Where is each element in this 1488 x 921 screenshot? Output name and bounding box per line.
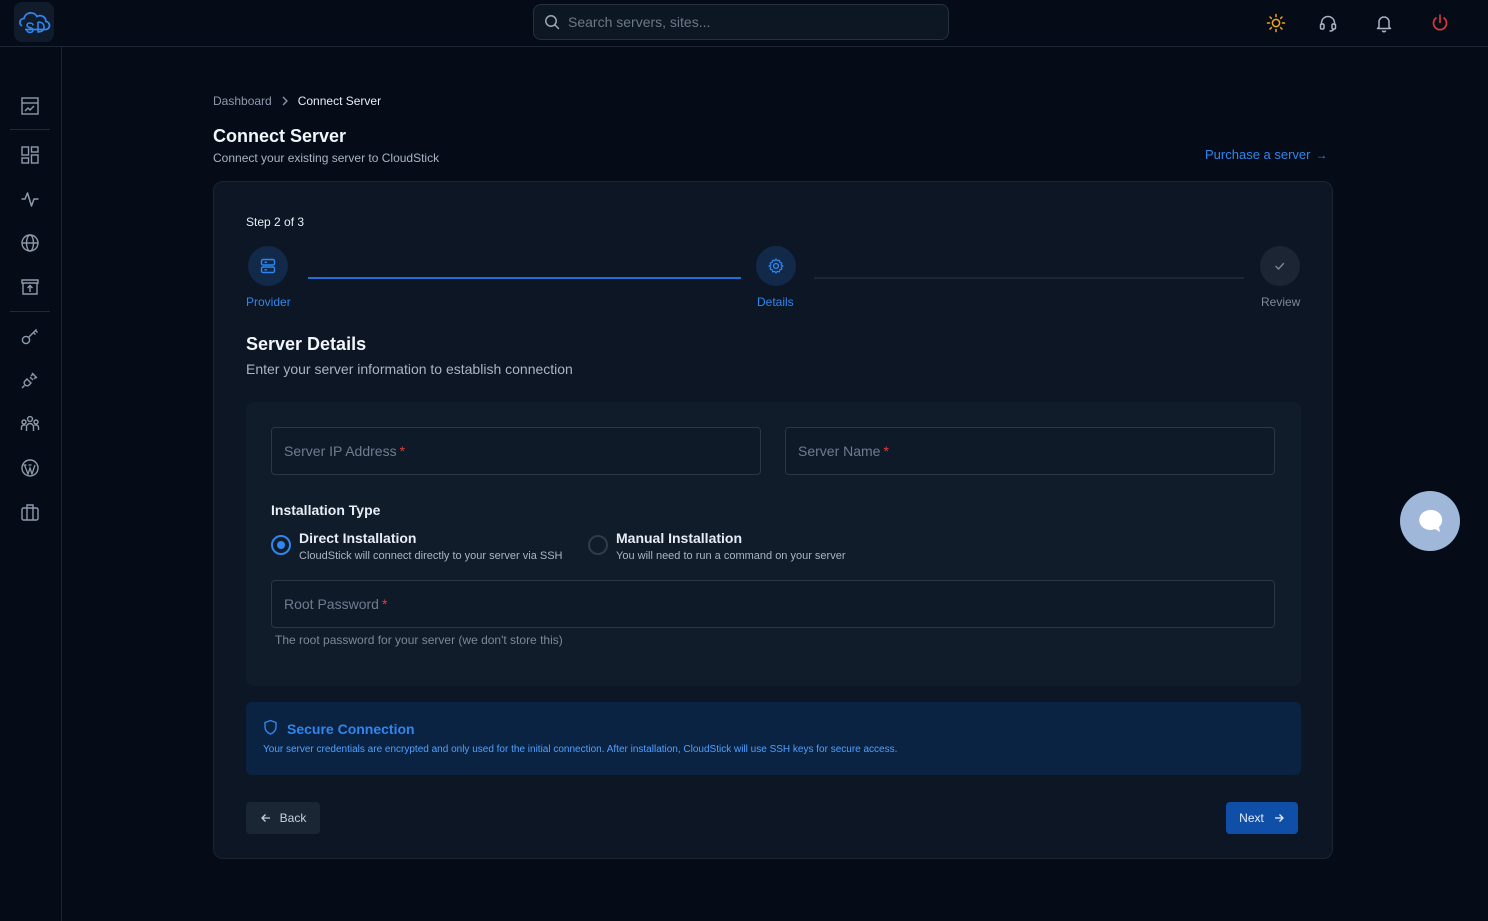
chevron-right-icon [281, 96, 289, 106]
chat-widget-button[interactable] [1400, 491, 1460, 551]
step-review[interactable] [1260, 246, 1300, 286]
next-button-label: Next [1239, 811, 1264, 825]
server-name-placeholder: Server Name [798, 443, 881, 459]
server-ip-placeholder: Server IP Address [284, 443, 397, 459]
search-icon [545, 15, 560, 30]
secure-connection-title: Secure Connection [287, 721, 415, 737]
page-title: Connect Server [213, 126, 347, 146]
sidebar-item-team[interactable] [18, 412, 42, 436]
sidebar [0, 47, 62, 921]
arrow-right-icon [1274, 814, 1284, 822]
search-bar[interactable] [533, 4, 949, 40]
breadcrumb: Dashboard Connect Server [213, 94, 381, 108]
step-label-details: Details [757, 295, 794, 309]
bell-icon [1376, 16, 1392, 33]
step-provider[interactable] [248, 246, 288, 286]
activity-icon [21, 192, 39, 207]
globe-icon [21, 234, 39, 252]
root-password-field[interactable]: Root Password * [271, 580, 1275, 628]
root-password-helper: The root password for your server (we do… [275, 633, 563, 647]
wordpress-icon [21, 459, 39, 477]
step-label-review: Review [1261, 295, 1301, 309]
section-title: Server Details [246, 334, 367, 354]
secure-connection-description: Your server credentials are encrypted an… [263, 744, 898, 755]
server-icon [260, 258, 276, 274]
sidebar-item-wordpress[interactable] [18, 456, 42, 480]
shield-icon [263, 719, 278, 735]
server-ip-field[interactable]: Server IP Address * [271, 427, 761, 475]
manual-installation-title: Manual Installation [616, 530, 743, 546]
section-subtitle: Enter your server information to establi… [246, 361, 573, 377]
direct-installation-radio[interactable] [271, 535, 291, 555]
power-icon [1432, 14, 1448, 31]
logout-button[interactable] [1428, 11, 1452, 35]
sidebar-item-backups[interactable] [18, 275, 42, 299]
apps-grid-icon [21, 146, 39, 164]
required-marker: * [399, 443, 406, 459]
sidebar-item-jobs[interactable] [18, 500, 42, 524]
search-input[interactable] [568, 14, 928, 30]
next-button[interactable]: Next [1226, 802, 1298, 834]
page-subtitle: Connect your existing server to CloudSti… [213, 151, 440, 165]
headset-icon [1319, 15, 1337, 32]
arrow-left-icon [260, 814, 270, 822]
team-icon [20, 415, 40, 431]
secure-connection-notice: Secure Connection Your server credential… [246, 702, 1301, 775]
breadcrumb-current: Connect Server [297, 94, 382, 108]
back-button-label: Back [279, 811, 307, 825]
sidebar-item-integrations[interactable] [18, 368, 42, 392]
plug-icon [21, 372, 38, 389]
sidebar-item-keys[interactable] [18, 324, 42, 348]
direct-installation-description: CloudStick will connect directly to your… [299, 550, 563, 562]
required-marker: * [381, 596, 388, 612]
step-indicator: Step 2 of 3 [246, 215, 305, 229]
manual-installation-radio[interactable] [588, 535, 608, 555]
dashboard-chart-icon [21, 97, 39, 115]
step-connector-pending [814, 277, 1244, 279]
breadcrumb-dashboard-link[interactable]: Dashboard [213, 94, 272, 108]
logo-icon [19, 12, 51, 34]
sidebar-item-dashboard[interactable] [18, 94, 42, 118]
direct-installation-title: Direct Installation [299, 530, 417, 546]
server-name-field[interactable]: Server Name * [785, 427, 1275, 475]
key-icon [21, 328, 38, 345]
briefcase-icon [21, 504, 39, 521]
notifications-button[interactable] [1372, 11, 1396, 35]
arrow-right-icon: → [1315, 147, 1328, 162]
manual-installation-description: You will need to run a command on your s… [616, 550, 846, 562]
required-marker: * [883, 443, 889, 459]
server-details-form: Server IP Address * Server Name * Instal… [246, 402, 1301, 686]
connect-server-card: Step 2 of 3 Provider Details Review Serv… [213, 181, 1333, 859]
step-label-provider: Provider [246, 295, 291, 309]
sidebar-divider [10, 311, 50, 312]
sidebar-item-apps[interactable] [18, 143, 42, 167]
gear-icon [768, 258, 784, 274]
support-button[interactable] [1316, 11, 1340, 35]
step-connector-complete [308, 277, 741, 279]
installation-type-label: Installation Type [271, 502, 381, 518]
sidebar-item-sites[interactable] [18, 231, 42, 255]
step-details[interactable] [756, 246, 796, 286]
chat-bubble-icon [1419, 509, 1443, 532]
back-button[interactable]: Back [246, 802, 320, 834]
purchase-link-label: Purchase a server [1205, 147, 1311, 162]
archive-upload-icon [21, 279, 39, 295]
theme-toggle-button[interactable] [1264, 11, 1288, 35]
root-password-placeholder: Root Password [284, 596, 379, 612]
sun-icon [1266, 13, 1286, 33]
sidebar-item-activity[interactable] [18, 187, 42, 211]
sidebar-divider [10, 129, 50, 130]
cloudstick-logo[interactable] [14, 2, 54, 42]
purchase-server-link[interactable]: Purchase a server → [1205, 147, 1328, 162]
check-icon [1275, 262, 1285, 271]
top-bar [0, 0, 1488, 47]
